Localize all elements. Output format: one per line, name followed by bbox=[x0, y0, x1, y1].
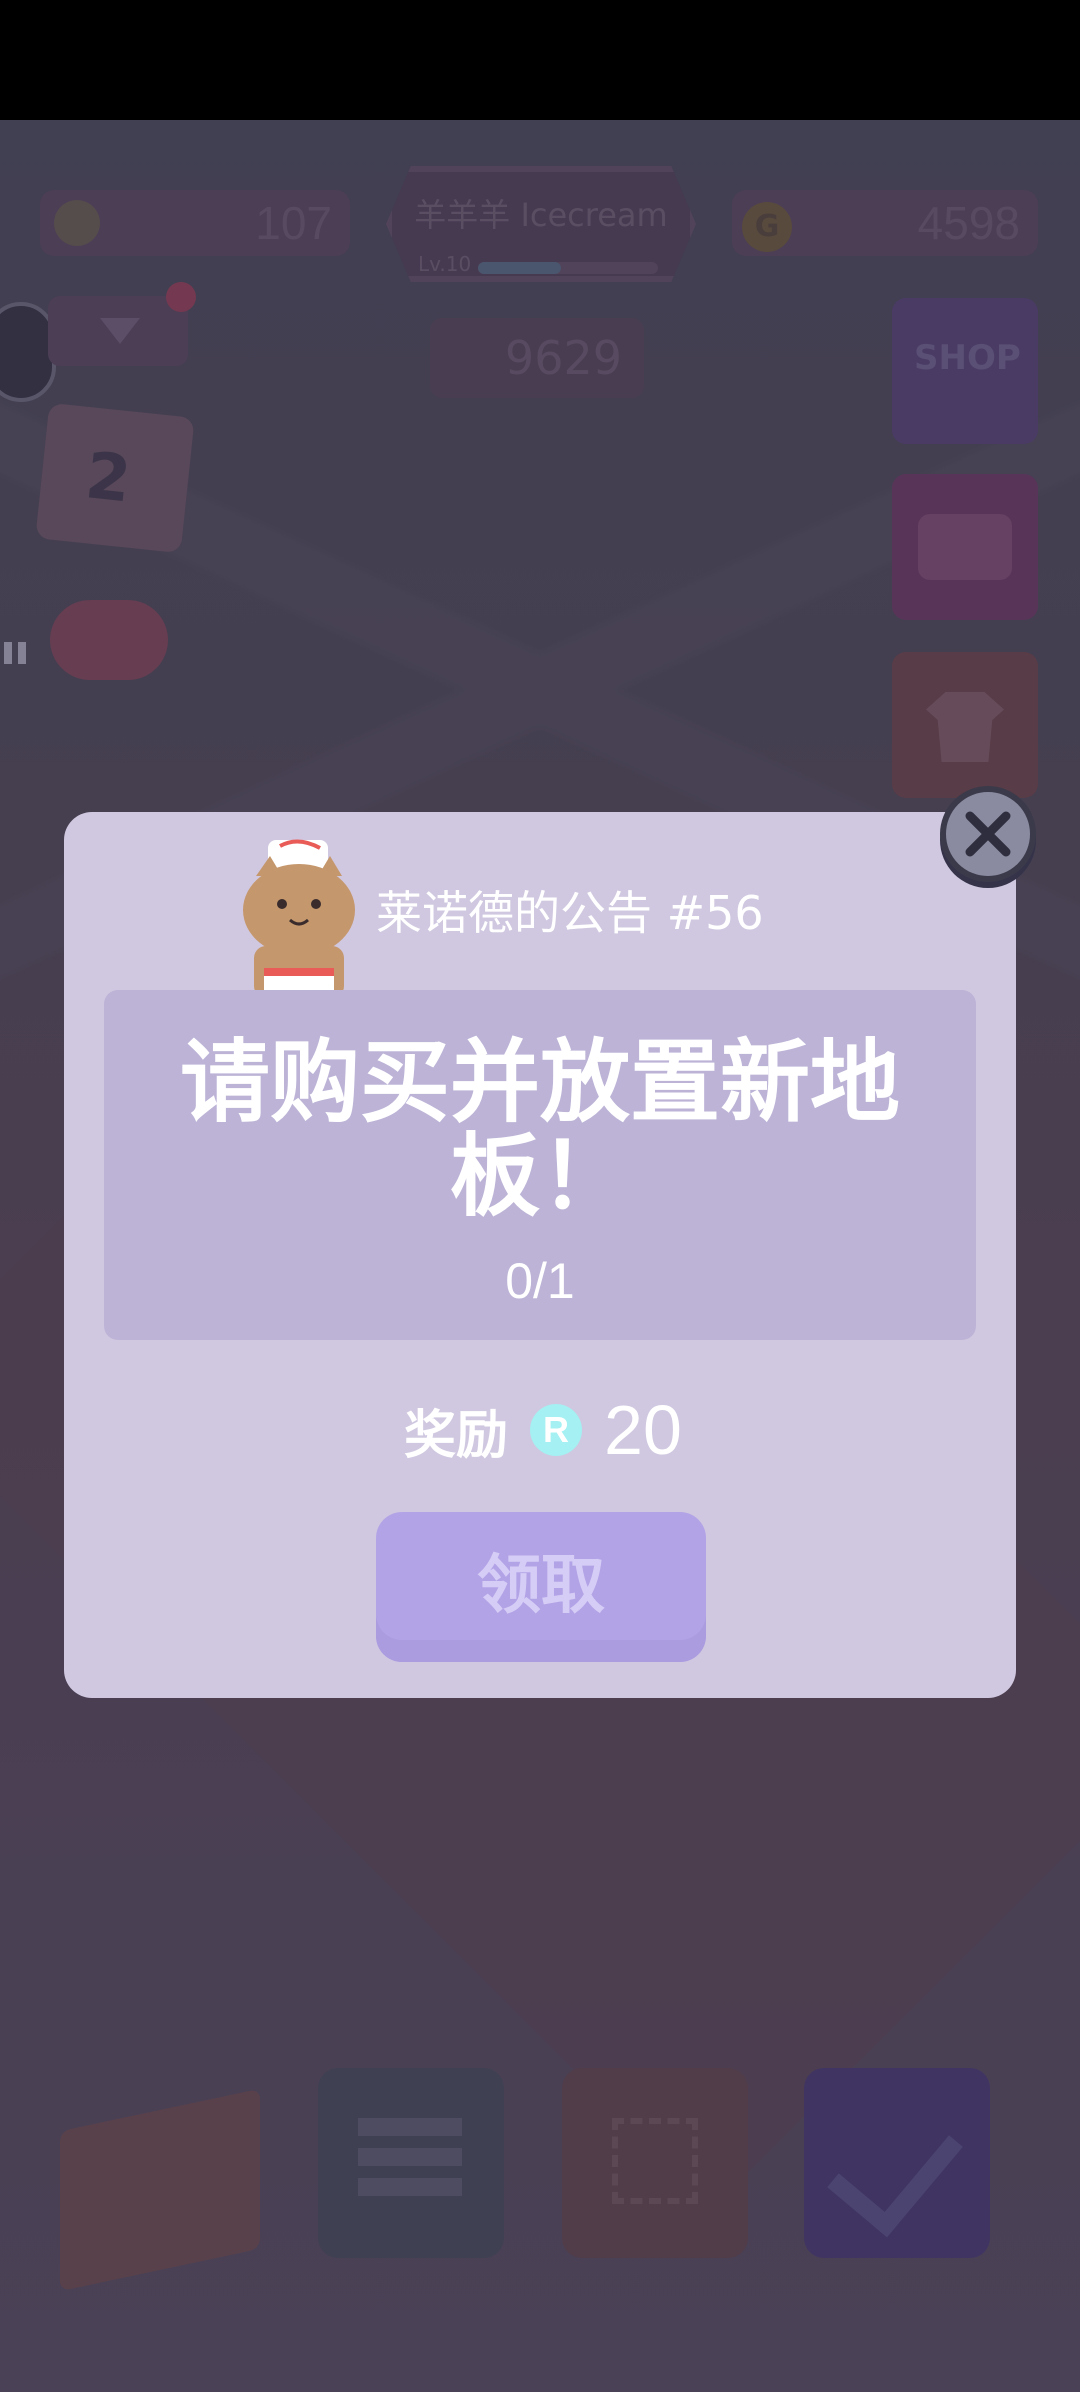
reward-amount: 20 bbox=[604, 1391, 682, 1469]
reward-currency-icon: R bbox=[530, 1404, 583, 1456]
reward-label: 奖励 bbox=[404, 1405, 509, 1466]
close-button[interactable] bbox=[940, 786, 1036, 882]
dialog-title: 莱诺德的公告 #56 bbox=[376, 886, 764, 940]
quest-progress: 0/1 bbox=[505, 1253, 575, 1309]
announcement-dialog: 莱诺德的公告 #56 请购买并放置新地板！ 0/1 奖励 R 20 领取 bbox=[64, 812, 1016, 1698]
status-bar bbox=[0, 0, 1080, 120]
close-icon bbox=[965, 811, 1011, 857]
message-box: 请购买并放置新地板！ 0/1 bbox=[104, 990, 976, 1340]
claim-button-label: 领取 bbox=[477, 1549, 605, 1623]
reward-row: 奖励 R 20 bbox=[404, 1390, 682, 1470]
quest-message: 请购买并放置新地板！ bbox=[180, 1030, 900, 1229]
claim-button[interactable]: 领取 bbox=[376, 1512, 706, 1662]
cat-mascot-icon bbox=[243, 839, 355, 998]
